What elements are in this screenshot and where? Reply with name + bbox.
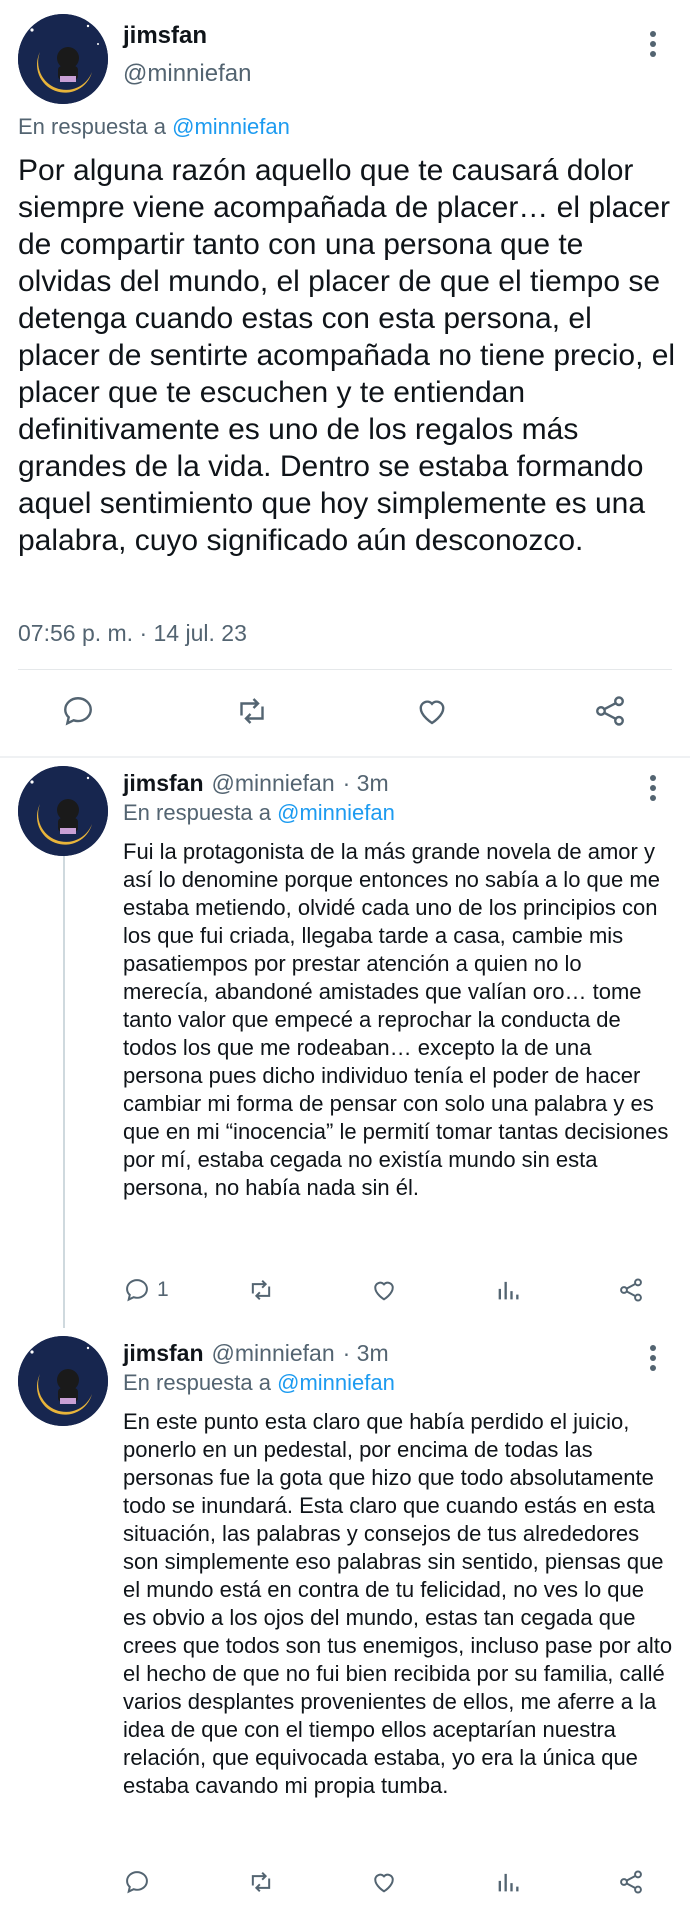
analytics-icon xyxy=(498,1873,519,1892)
reply-button[interactable]: 1 xyxy=(123,1276,169,1304)
tweet-time[interactable]: · 3m xyxy=(343,1340,389,1367)
reply-mention-link[interactable]: @minniefan xyxy=(277,1370,395,1395)
share-icon xyxy=(596,696,624,726)
reply-count: 1 xyxy=(157,1278,169,1301)
avatar[interactable] xyxy=(18,1336,108,1426)
more-icon[interactable] xyxy=(643,1340,663,1376)
analytics-icon xyxy=(498,1281,519,1300)
avatar[interactable] xyxy=(18,766,108,856)
reply-icon xyxy=(64,697,92,726)
reply-prefix: En respuesta a xyxy=(123,800,271,825)
avatar[interactable] xyxy=(18,14,108,104)
main-tweet: jimsfan @minniefan En respuesta a @minni… xyxy=(0,0,690,756)
tweet-text: Por alguna razón aquello que te causará … xyxy=(18,154,676,557)
like-icon xyxy=(374,1873,394,1893)
reply-tweet[interactable]: jimsfan @minniefan · 3m En respuesta a @… xyxy=(0,1328,690,1920)
analytics-button[interactable] xyxy=(494,1276,522,1304)
retweet-button[interactable] xyxy=(247,1276,275,1304)
avatar-image xyxy=(18,14,108,104)
thread-line xyxy=(63,850,65,1328)
reply-prefix: En respuesta a xyxy=(123,1370,271,1395)
like-button[interactable] xyxy=(414,693,450,729)
like-icon xyxy=(419,700,445,725)
tweet-time[interactable]: · 3m xyxy=(343,770,389,797)
author-name[interactable]: jimsfan xyxy=(123,22,207,50)
reply-tweet[interactable]: jimsfan @minniefan · 3m En respuesta a @… xyxy=(0,758,690,1328)
reply-icon xyxy=(126,1279,148,1302)
author-name[interactable]: jimsfan xyxy=(123,1340,204,1367)
share-icon xyxy=(620,1870,642,1894)
retweet-icon xyxy=(251,1871,271,1893)
author-handle[interactable]: @minniefan xyxy=(212,1340,335,1367)
like-button[interactable] xyxy=(370,1868,398,1896)
author-handle[interactable]: @minniefan xyxy=(212,770,335,797)
share-button[interactable] xyxy=(617,1868,645,1896)
share-button[interactable] xyxy=(617,1276,645,1304)
reply-button[interactable] xyxy=(60,693,96,729)
reply-mention-link[interactable]: @minniefan xyxy=(172,114,290,139)
like-icon xyxy=(374,1281,394,1301)
reply-context: En respuesta a @minniefan xyxy=(18,114,290,140)
retweet-button[interactable] xyxy=(234,693,270,729)
author-name[interactable]: jimsfan xyxy=(123,770,204,797)
divider xyxy=(18,669,672,670)
reply-icon xyxy=(126,1871,148,1894)
reply-prefix: En respuesta a xyxy=(18,114,166,139)
author-handle[interactable]: @minniefan xyxy=(123,60,251,88)
reply-header: jimsfan @minniefan · 3m xyxy=(123,770,389,797)
avatar-image xyxy=(18,766,108,856)
tweet-text: En este punto esta claro que había perdi… xyxy=(123,1409,673,1798)
avatar-image xyxy=(18,1336,108,1426)
tweet-timestamp[interactable]: 07:56 p. m. · 14 jul. 23 xyxy=(18,620,247,647)
reply-header: jimsfan @minniefan · 3m xyxy=(123,1340,389,1367)
retweet-button[interactable] xyxy=(247,1868,275,1896)
analytics-button[interactable] xyxy=(494,1868,522,1896)
share-icon xyxy=(620,1278,642,1302)
more-icon[interactable] xyxy=(643,26,663,62)
reply-button[interactable] xyxy=(123,1868,151,1896)
reply-mention-link[interactable]: @minniefan xyxy=(277,800,395,825)
like-button[interactable] xyxy=(370,1276,398,1304)
more-icon[interactable] xyxy=(643,770,663,806)
share-button[interactable] xyxy=(592,693,628,729)
reply-context: En respuesta a @minniefan xyxy=(123,800,395,826)
reply-context: En respuesta a @minniefan xyxy=(123,1370,395,1396)
retweet-icon xyxy=(251,1279,271,1301)
tweet-text: Fui la protagonista de la más grande nov… xyxy=(123,839,669,1200)
retweet-icon xyxy=(240,698,264,724)
